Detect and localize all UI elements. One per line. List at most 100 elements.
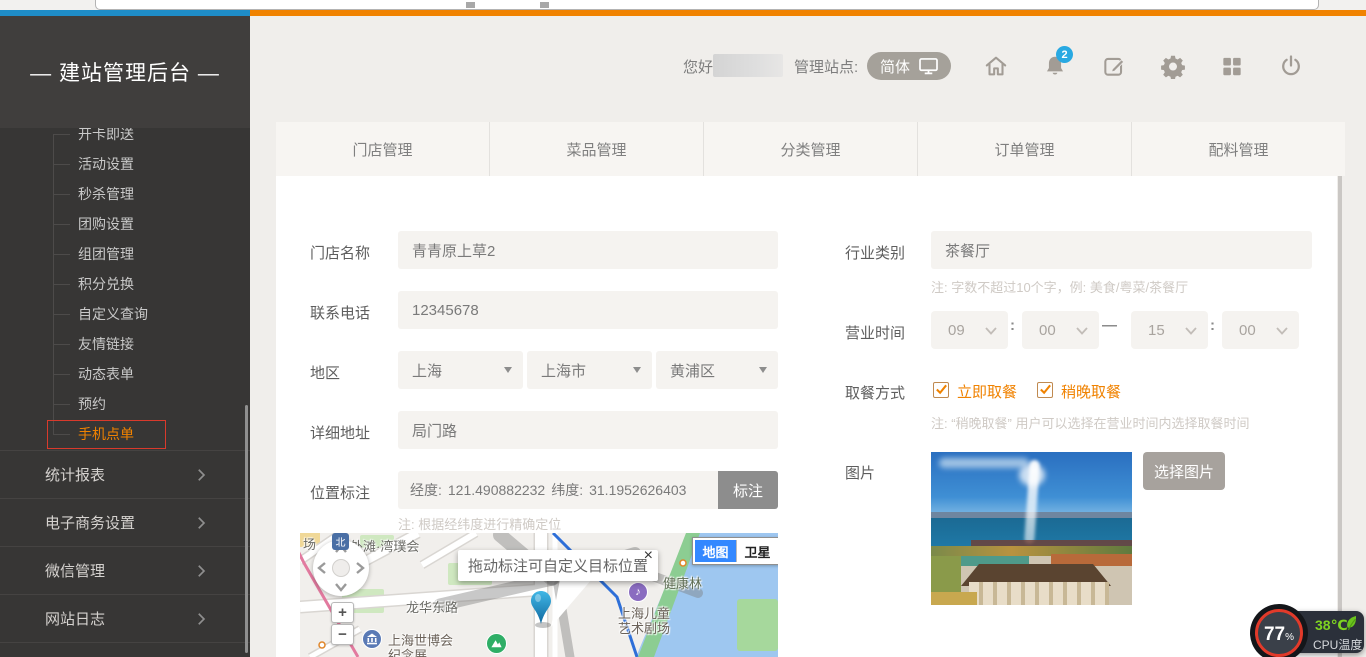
map-type-map-button[interactable]: 地图	[695, 540, 736, 562]
category-note: 注: 字数不超过10个字，例: 美食/粤菜/茶餐厅	[931, 277, 1188, 296]
sidebar-item-team[interactable]: 组团管理	[0, 239, 250, 269]
cpu-usage-gauge[interactable]: 77 %	[1250, 604, 1308, 657]
map-label-expo-line2: 纪念展	[388, 645, 427, 657]
map[interactable]: 场 外滩·湾璞会 龙华东路 健康林 上海儿童 艺术剧场 上海世博会 纪念展 ♪ …	[300, 533, 778, 657]
mark-location-button[interactable]: 标注	[718, 471, 778, 509]
tab-ingredient-management[interactable]: 配料管理	[1132, 122, 1345, 176]
image-label: 图片	[845, 462, 875, 483]
leaf-icon	[1345, 615, 1358, 631]
city-select[interactable]: 上海市	[527, 351, 652, 389]
sidebar-item-dynamic-form[interactable]: 动态表单	[0, 359, 250, 389]
sidebar-item-booking[interactable]: 预约	[0, 389, 250, 419]
map-type-switch: 地图 卫星	[692, 537, 778, 565]
tab-dish-management[interactable]: 菜品管理	[490, 122, 704, 176]
compass-north-badge: 北	[332, 533, 349, 550]
close-minute-select[interactable]: 00	[1222, 311, 1299, 349]
map-label-road: 龙华东路	[406, 597, 458, 616]
region-label: 地区	[310, 362, 340, 383]
language-label: 简体	[880, 56, 910, 77]
zoom-in-button[interactable]: +	[331, 602, 354, 623]
map-pin[interactable]	[530, 591, 552, 629]
pickup-later-label[interactable]: 稍晚取餐	[1061, 381, 1121, 402]
province-value: 上海	[412, 360, 442, 381]
chevron-down-icon	[985, 327, 997, 335]
browser-icon	[540, 2, 549, 8]
sidebar-section-reports[interactable]: 统计报表	[0, 450, 250, 498]
location-label: 位置标注	[310, 482, 370, 503]
pan-center-knob[interactable]	[332, 559, 350, 577]
pickup-now-label[interactable]: 立即取餐	[957, 381, 1017, 402]
sidebar-section-logs[interactable]: 网站日志	[0, 594, 250, 642]
address-input[interactable]	[398, 411, 778, 449]
phone-input[interactable]	[398, 291, 778, 329]
map-type-satellite-button[interactable]: 卫星	[736, 540, 778, 562]
language-button[interactable]: 简体	[867, 52, 951, 80]
edit-icon[interactable]	[1101, 53, 1127, 79]
tooltip-text: 拖动标注可自定义目标位置	[468, 555, 648, 576]
sidebar: — 建站管理后台 — 开卡即送 活动设置 秒杀管理 团购设置 组团管理 积分兑换…	[0, 16, 250, 657]
power-icon[interactable]	[1278, 53, 1304, 79]
address-label: 详细地址	[310, 422, 370, 443]
sidebar-item-activity[interactable]: 活动设置	[0, 149, 250, 179]
longitude-value: 121.490882232	[448, 482, 545, 498]
caret-down-icon	[759, 367, 767, 373]
sidebar-item-seckill[interactable]: 秒杀管理	[0, 179, 250, 209]
home-icon[interactable]	[983, 53, 1009, 79]
time-dash: —	[1102, 317, 1117, 334]
cpu-percent-sign: %	[1285, 632, 1294, 643]
hours-label: 营业时间	[845, 322, 905, 343]
open-minute-select[interactable]: 00	[1022, 311, 1099, 349]
pickup-later-checkbox[interactable]	[1037, 382, 1053, 398]
close-minute-value: 00	[1239, 322, 1256, 339]
photo-cloud	[939, 458, 1029, 468]
chevron-right-icon	[192, 466, 210, 484]
section-label: 电子商务设置	[45, 512, 135, 533]
tab-order-management[interactable]: 订单管理	[918, 122, 1132, 176]
time-colon: :	[1210, 317, 1215, 334]
store-name-input[interactable]	[398, 231, 778, 269]
sidebar-item-groupon[interactable]: 团购设置	[0, 209, 250, 239]
district-select[interactable]: 黄浦区	[656, 351, 778, 389]
pickup-note: 注: “稍晚取餐” 用户可以选择在营业时间内选择取餐时间	[931, 413, 1250, 432]
caret-down-icon	[633, 367, 641, 373]
pickup-now-checkbox[interactable]	[933, 382, 949, 398]
chevron-right-icon	[192, 514, 210, 532]
sidebar-section-stub	[0, 642, 250, 657]
chevron-down-icon	[1185, 327, 1197, 335]
open-minute-value: 00	[1039, 322, 1056, 339]
browser-urlbar-edge	[95, 0, 1319, 10]
latitude-value: 31.1952626403	[589, 482, 686, 498]
apps-grid-icon[interactable]	[1219, 53, 1245, 79]
photo-autumn-tree	[931, 592, 977, 605]
tab-category-management[interactable]: 分类管理	[704, 122, 918, 176]
caret-down-icon	[504, 367, 512, 373]
map-label-park: 健康林	[663, 573, 702, 592]
sidebar-item-custom-query[interactable]: 自定义查询	[0, 299, 250, 329]
music-venue-icon: ♪	[628, 582, 648, 602]
cpu-temperature-value: 38℃	[1315, 617, 1348, 634]
sidebar-scrollbar[interactable]	[245, 405, 248, 653]
check-icon	[1039, 383, 1052, 396]
province-select[interactable]: 上海	[398, 351, 523, 389]
sidebar-item-links[interactable]: 友情链接	[0, 329, 250, 359]
close-hour-select[interactable]: 15	[1131, 311, 1208, 349]
park-icon	[486, 633, 507, 654]
browser-icon	[466, 2, 475, 8]
notification-badge: 2	[1056, 46, 1073, 63]
section-label: 网站日志	[45, 608, 105, 629]
zoom-out-button[interactable]: −	[331, 624, 354, 645]
tab-store-management[interactable]: 门店管理	[276, 122, 490, 176]
sidebar-item-points[interactable]: 积分兑换	[0, 269, 250, 299]
open-hour-select[interactable]: 09	[931, 311, 1008, 349]
category-input[interactable]	[931, 231, 1312, 269]
sidebar-section-ecommerce[interactable]: 电子商务设置	[0, 498, 250, 546]
sidebar-section-wechat[interactable]: 微信管理	[0, 546, 250, 594]
choose-image-button[interactable]: 选择图片	[1143, 452, 1225, 490]
coordinates-field[interactable]: 经度: 121.490882232 纬度: 31.1952626403	[398, 471, 718, 509]
active-item-outline	[47, 420, 166, 449]
content-scrollbar[interactable]	[1338, 176, 1342, 657]
settings-gear-icon[interactable]	[1160, 53, 1186, 79]
username-redacted	[713, 54, 783, 77]
close-icon[interactable]: ×	[644, 548, 653, 564]
check-icon	[935, 383, 948, 396]
